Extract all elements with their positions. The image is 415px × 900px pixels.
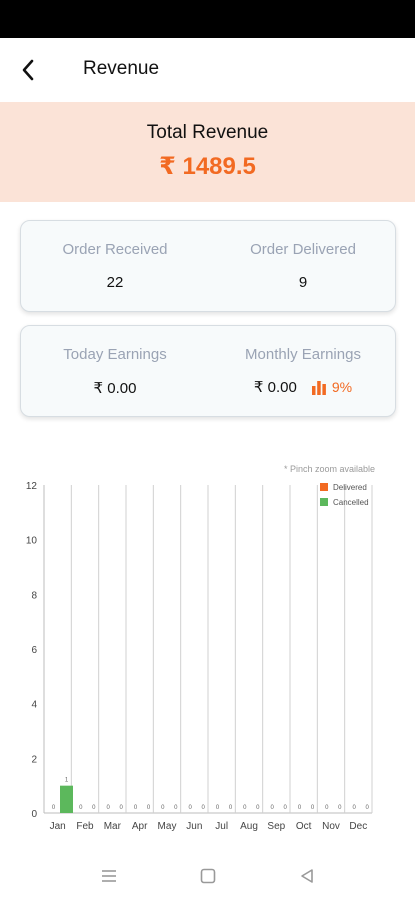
back-button[interactable] [14,56,42,84]
bar-label-delivered: 0 [161,805,165,811]
order-received-stat: Order Received 22 [21,221,209,313]
bar-label-delivered: 0 [79,805,83,811]
bar-label-delivered: 0 [134,805,138,811]
bar-label-cancelled: 0 [256,805,260,811]
earnings-card: Today Earnings ₹ 0.00 Monthly Earnings ₹… [20,325,396,417]
square-icon [200,868,216,884]
bar-label-cancelled: 0 [201,805,205,811]
x-tick-label: Jun [186,821,202,832]
bar-label-cancelled: 1 [65,778,69,784]
total-revenue-panel: Total Revenue ₹ 1489.5 [0,102,415,202]
x-tick-label: Mar [104,821,122,832]
triangle-back-icon [301,869,313,883]
bar-label-cancelled: 0 [119,805,123,811]
x-tick-label: Feb [76,821,94,832]
bar-label-cancelled: 0 [283,805,287,811]
system-nav-bar [0,850,415,900]
status-bar [0,0,415,38]
total-revenue-value: ₹ 1489.5 [159,153,256,180]
monthly-growth-badge: 9% [311,379,352,395]
bar-label-cancelled: 0 [338,805,342,811]
monthly-earnings-label: Monthly Earnings [245,346,361,363]
bar-label-delivered: 0 [243,805,247,811]
menu-icon [102,870,116,882]
bar-label-delivered: 0 [298,805,302,811]
x-tick-label: Jan [50,821,66,832]
monthly-growth-value: 9% [331,379,353,395]
bar-label-cancelled: 0 [174,805,178,811]
x-tick-label: Nov [322,821,340,832]
y-tick-label: 4 [31,700,37,711]
app-bar: Revenue [0,38,415,102]
y-tick-label: 12 [26,481,38,492]
bar-label-delivered: 0 [106,805,110,811]
legend-label-cancelled: Cancelled [333,498,369,507]
pinch-zoom-note: * Pinch zoom available [283,464,375,474]
order-received-value: 22 [106,274,124,291]
bar-label-delivered: 0 [352,805,356,811]
x-tick-label: Dec [349,821,367,832]
orders-card: Order Received 22 Order Delivered 9 [20,220,396,312]
bar-chart-icon [311,381,326,395]
bar-label-cancelled: 0 [229,805,233,811]
x-tick-label: May [158,821,177,832]
legend-swatch-delivered [320,483,328,491]
orders-bar-chart: 0 2 4 6 8 10 12 0 1 Jan 0 0 Feb 0 0 Mar 0 0 Apr 0 0 May 0 0 Jun 0… [26,481,373,832]
system-back-button[interactable] [295,864,319,888]
y-tick-label: 6 [31,645,37,656]
total-revenue-label: Total Revenue [146,122,269,143]
x-tick-label: Aug [240,821,258,832]
monthly-earnings-stat: Monthly Earnings ₹ 0.00 9% [209,326,397,418]
y-tick-label: 10 [26,536,38,547]
order-delivered-stat: Order Delivered 9 [209,221,397,313]
y-tick-label: 0 [31,809,37,820]
bar-label-cancelled: 0 [147,805,151,811]
bar-label-delivered: 0 [216,805,220,811]
bar-label-delivered: 0 [188,805,192,811]
order-received-label: Order Received [62,241,168,258]
home-button[interactable] [196,864,220,888]
chevron-left-icon [22,59,34,81]
legend-label-delivered: Delivered [333,483,367,492]
page-title: Revenue [83,58,160,79]
x-tick-label: Sep [267,821,285,832]
bar-label-delivered: 0 [270,805,274,811]
bar-cancelled [60,785,73,813]
x-tick-label: Oct [296,821,312,832]
y-tick-label: 2 [31,754,37,765]
order-delivered-label: Order Delivered [250,241,356,258]
bar-label-cancelled: 0 [311,805,315,811]
bar-label-cancelled: 0 [365,805,369,811]
monthly-earnings-value: ₹ 0.00 [253,379,297,396]
y-tick-label: 8 [31,590,37,601]
recents-button[interactable] [97,864,121,888]
today-earnings-value: ₹ 0.00 [93,380,137,397]
legend-swatch-cancelled [320,498,328,506]
bar-label-delivered: 0 [325,805,329,811]
order-delivered-value: 9 [298,274,308,291]
bar-label-cancelled: 0 [92,805,96,811]
orders-chart[interactable]: * Pinch zoom available 0 2 4 6 8 10 12 0 1 Jan 0 0 F… [0,458,415,840]
x-tick-label: Jul [215,821,228,832]
today-earnings-stat: Today Earnings ₹ 0.00 [21,326,209,418]
today-earnings-label: Today Earnings [63,346,167,363]
bar-label-delivered: 0 [52,805,56,811]
x-tick-label: Apr [132,821,148,832]
